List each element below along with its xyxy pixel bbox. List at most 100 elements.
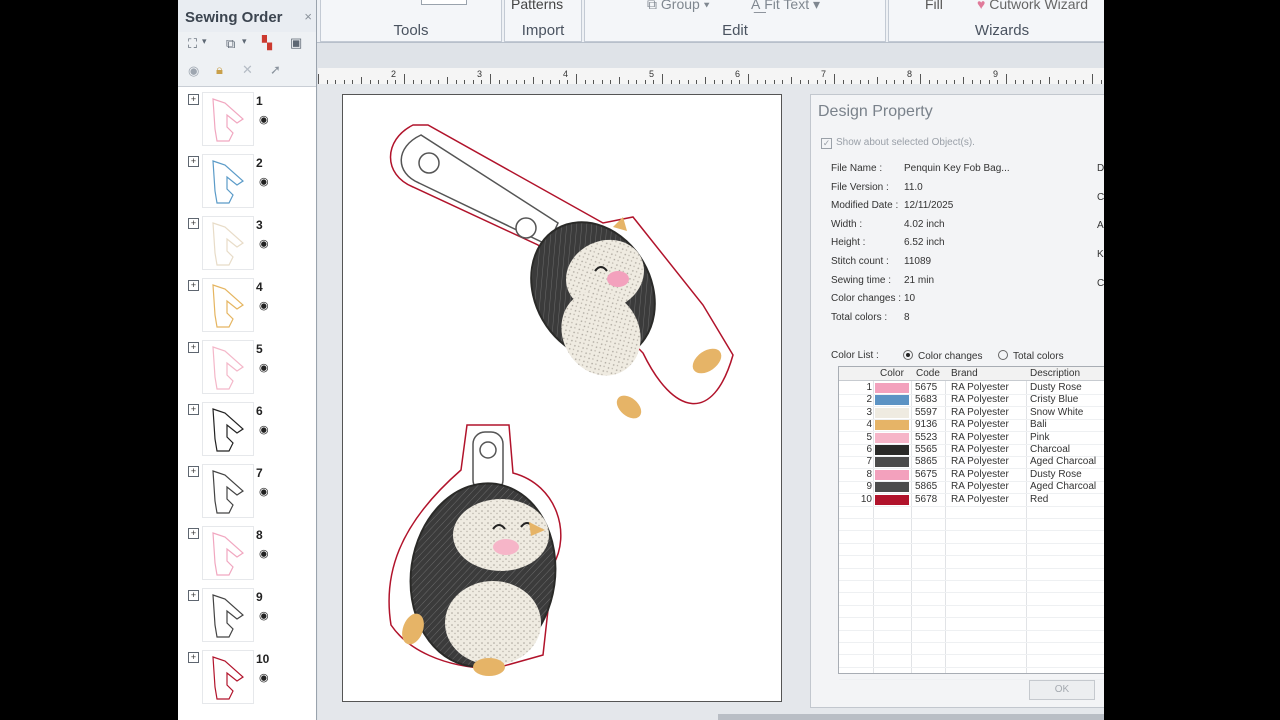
patterns-button[interactable]: Patterns	[511, 0, 563, 12]
thread-brand: RA Polyester	[951, 419, 1009, 431]
property-value: 11.0	[904, 181, 923, 193]
chevron-down-icon[interactable]: ▾	[202, 36, 207, 47]
penguin-key-fob-1[interactable]	[389, 124, 734, 423]
thumbnail	[202, 154, 254, 208]
eye-icon[interactable]: ◉	[259, 299, 269, 312]
ruler-label: 8	[907, 69, 913, 79]
sewing-order-item[interactable]: +9 ◉	[178, 584, 316, 646]
sewing-order-item[interactable]: +3 ◉	[178, 212, 316, 274]
pointer-icon[interactable]: ➚	[270, 62, 281, 78]
table-row[interactable]: 10 5678 RA Polyester Red	[839, 494, 1104, 507]
item-number: 6	[256, 404, 263, 418]
expand-icon[interactable]: +	[188, 156, 199, 167]
item-number: 5	[256, 342, 263, 356]
ruler-label: 5	[649, 69, 655, 79]
eye-icon[interactable]: ◉	[188, 63, 199, 79]
eye-icon[interactable]: ◉	[259, 671, 269, 684]
design-property-dialog: Design Property ✓ Show about selected Obj…	[810, 94, 1104, 708]
table-row[interactable]: 3 5597 RA Polyester Snow White	[839, 407, 1104, 420]
ok-button[interactable]: OK	[1029, 680, 1095, 700]
ribbon-dropdown[interactable]	[421, 0, 467, 5]
column-header-color[interactable]: Color	[880, 368, 904, 379]
chevron-down-icon[interactable]: ▾	[242, 36, 247, 47]
thread-brand: RA Polyester	[951, 456, 1009, 468]
color-description: Cristy Blue	[1030, 394, 1079, 406]
color-sort-icon[interactable]: ▚	[262, 35, 272, 51]
row-number: 4	[866, 419, 872, 431]
fill-button[interactable]: Fill	[925, 0, 943, 12]
expand-icon[interactable]: +	[188, 94, 199, 105]
fit-view-icon[interactable]: ⛶	[188, 36, 197, 52]
row-number: 3	[866, 406, 872, 418]
total-colors-radio[interactable]: Total colors	[998, 350, 1064, 362]
empty-row	[839, 556, 1104, 569]
sewing-order-item[interactable]: +2 ◉	[178, 150, 316, 212]
hoop-area	[342, 94, 782, 702]
column-header-brand[interactable]: Brand	[951, 368, 978, 379]
expand-icon[interactable]: +	[188, 590, 199, 601]
thumbnail	[202, 588, 254, 642]
show-selected-checkbox[interactable]: ✓ Show about selected Object(s).	[821, 137, 975, 149]
close-icon[interactable]: ×	[304, 9, 312, 24]
delete-icon[interactable]: ✕	[242, 62, 253, 78]
ruler-tick	[877, 77, 878, 84]
eye-icon[interactable]: ◉	[259, 423, 269, 436]
horizontal-scrollbar[interactable]	[718, 714, 1104, 720]
expand-icon[interactable]: +	[188, 652, 199, 663]
sewing-order-item[interactable]: +6 ◉	[178, 398, 316, 460]
expand-icon[interactable]: +	[188, 404, 199, 415]
ruler-label: 6	[735, 69, 741, 79]
property-label: Height :	[831, 237, 866, 249]
sewing-order-item[interactable]: +7 ◉	[178, 460, 316, 522]
expand-icon[interactable]: +	[188, 280, 199, 291]
expand-icon[interactable]: +	[188, 528, 199, 539]
color-description: Dusty Rose	[1030, 382, 1082, 393]
lock-icon[interactable]: 🔒︎	[216, 62, 223, 78]
eye-icon[interactable]: ◉	[259, 547, 269, 560]
column-header-description[interactable]: Description	[1030, 368, 1080, 379]
color-changes-radio[interactable]: Color changes	[903, 350, 982, 362]
sewing-order-item[interactable]: +8 ◉	[178, 522, 316, 584]
sewing-order-item[interactable]: +1 ◉	[178, 88, 316, 150]
frame-icon[interactable]: ▣	[290, 35, 302, 51]
table-row[interactable]: 8 5675 RA Polyester Dusty Rose	[839, 469, 1104, 482]
property-label: Modified Date :	[831, 200, 899, 212]
expand-icon[interactable]: +	[188, 342, 199, 353]
sewing-order-item[interactable]: +4 ◉	[178, 274, 316, 336]
ruler-tick	[361, 77, 362, 84]
table-row[interactable]: 4 9136 RA Polyester Bali	[839, 419, 1104, 433]
eye-icon[interactable]: ◉	[259, 175, 269, 188]
column-header-code[interactable]: Code	[916, 368, 940, 379]
ruler-label: 3	[477, 69, 483, 79]
penguin-key-fob-2[interactable]	[388, 424, 567, 676]
eye-icon[interactable]: ◉	[259, 237, 269, 250]
table-row[interactable]: 9 5865 RA Polyester Aged Charcoal	[839, 481, 1104, 495]
sewing-order-toolbar: ⛶ ▾ ⧉ ▾ ▚ ▣ ◉ 🔒︎ ✕ ➚	[178, 32, 316, 87]
group-button[interactable]: ⧉ Group ▾	[647, 0, 710, 13]
table-row[interactable]: 1 5675 RA Polyester Dusty Rose	[839, 382, 1104, 395]
empty-row	[839, 593, 1104, 606]
item-number: 8	[256, 528, 263, 542]
ruler-label: 9	[993, 69, 999, 79]
arrange-icon[interactable]: ⧉	[226, 36, 235, 52]
cutwork-wizard-button[interactable]: ♥ Cutwork Wizard	[977, 0, 1088, 12]
table-row[interactable]: 5 5523 RA Polyester Pink	[839, 432, 1104, 445]
expand-icon[interactable]: +	[188, 218, 199, 229]
eye-icon[interactable]: ◉	[259, 485, 269, 498]
radio-selected-icon	[903, 350, 913, 360]
table-row[interactable]: 6 5565 RA Polyester Charcoal	[839, 444, 1104, 457]
cutwork-wizard-label: Cutwork Wizard	[989, 0, 1088, 12]
eye-icon[interactable]: ◉	[259, 113, 269, 126]
table-row[interactable]: 2 5683 RA Polyester Cristy Blue	[839, 394, 1104, 408]
table-row[interactable]: 7 5865 RA Polyester Aged Charcoal	[839, 456, 1104, 470]
eye-icon[interactable]: ◉	[259, 361, 269, 374]
expand-icon[interactable]: +	[188, 466, 199, 477]
fit-text-icon: A͟	[751, 0, 761, 12]
color-swatch	[875, 395, 909, 406]
sewing-order-item[interactable]: +5 ◉	[178, 336, 316, 398]
sewing-order-item[interactable]: +10 ◉	[178, 646, 316, 708]
row-number: 8	[866, 468, 872, 480]
eye-icon[interactable]: ◉	[259, 609, 269, 622]
fit-text-button[interactable]: A͟ Fit Text ▾	[751, 0, 820, 13]
ribbon-group-tools: Tools	[320, 0, 502, 42]
